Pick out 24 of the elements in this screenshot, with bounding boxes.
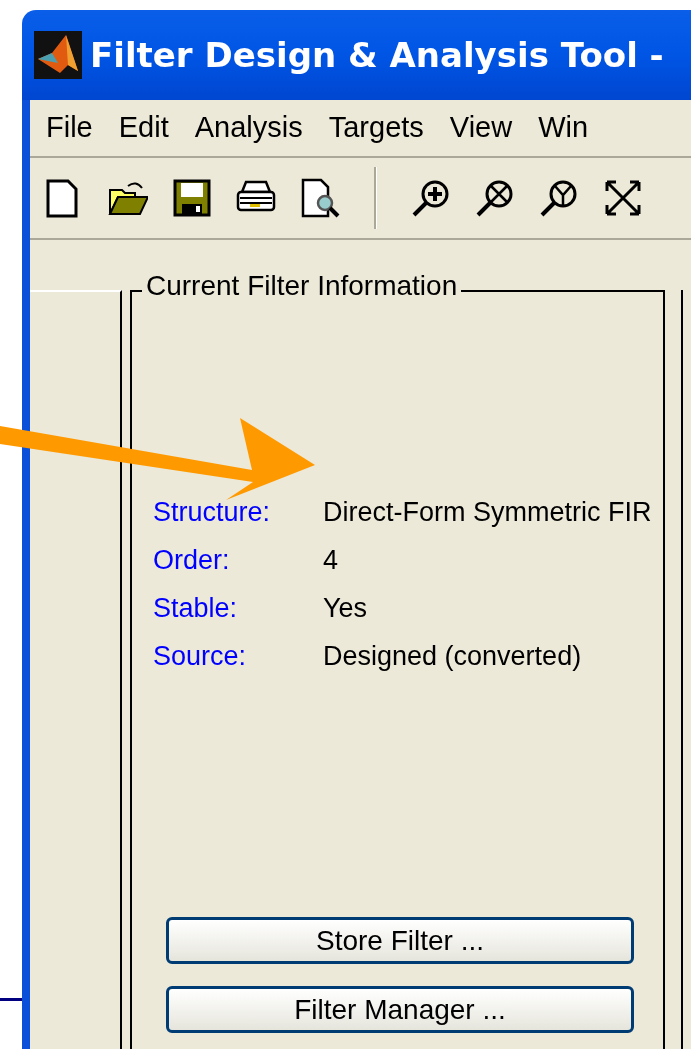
full-view-icon[interactable] xyxy=(603,178,643,218)
menu-item[interactable]: Win xyxy=(538,106,589,150)
app-logo-icon xyxy=(34,31,82,79)
zoom-in-icon[interactable] xyxy=(411,178,451,218)
menu-item[interactable]: View xyxy=(449,106,513,150)
action-button[interactable]: Filter Manager ... xyxy=(166,986,634,1033)
field-value: Direct-Form Symmetric FIR xyxy=(323,496,653,529)
field-label: Source: xyxy=(153,640,248,673)
menu-item[interactable]: File xyxy=(46,106,93,150)
print-preview-icon[interactable] xyxy=(300,178,340,218)
zoom-x-icon[interactable] xyxy=(475,178,515,218)
zoom-y-icon[interactable] xyxy=(539,178,579,218)
menu-item[interactable]: Targets xyxy=(328,106,424,150)
field-label: Structure: xyxy=(153,496,272,529)
field-value: 4 xyxy=(323,544,340,577)
window-title: Filter Design & Analysis Tool - xyxy=(90,33,664,77)
field-label: Stable: xyxy=(153,592,239,625)
action-button[interactable]: Store Filter ... xyxy=(166,917,634,964)
menu-item[interactable]: Analysis xyxy=(194,106,303,150)
field-value: Yes xyxy=(323,592,369,625)
menu-item[interactable]: Edit xyxy=(118,106,169,150)
toolbar-separator xyxy=(374,167,377,229)
field-label: Order: xyxy=(153,544,231,577)
field-value: Designed (converted) xyxy=(323,640,583,673)
